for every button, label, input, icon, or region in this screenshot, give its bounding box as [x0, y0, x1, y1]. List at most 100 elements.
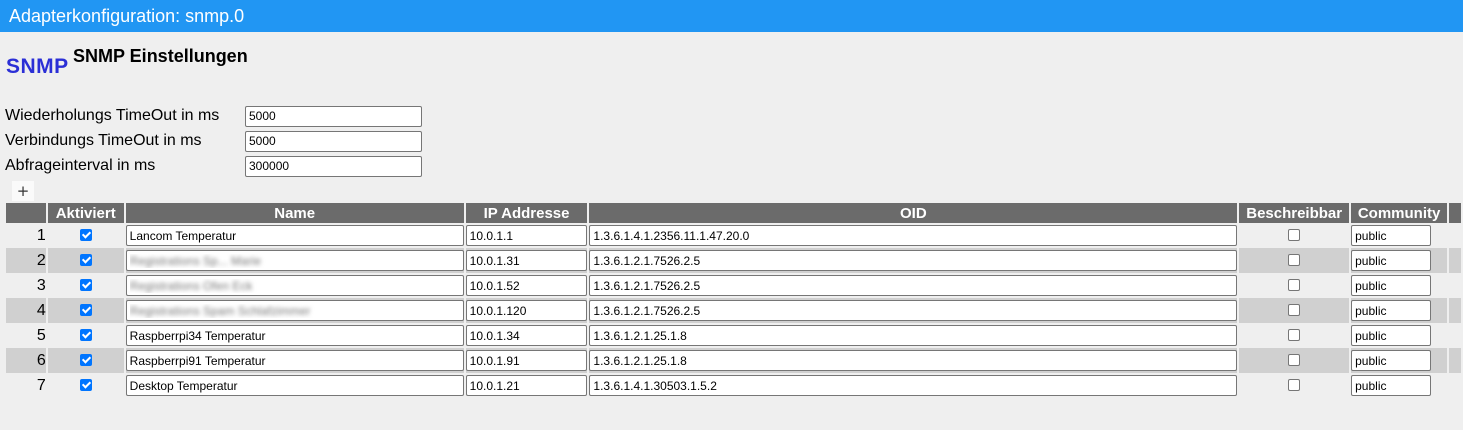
community-cell: [1351, 223, 1448, 248]
oid-input[interactable]: [589, 300, 1238, 321]
oid-input[interactable]: [589, 250, 1238, 271]
extra-cell: [1449, 223, 1461, 248]
oid-cell: [589, 323, 1238, 348]
name-input[interactable]: [125, 275, 464, 296]
community-input[interactable]: [1351, 275, 1432, 296]
ip-input[interactable]: [465, 225, 588, 246]
col-header-extra: [1449, 203, 1461, 223]
window-title: Adapterkonfiguration: snmp.0: [9, 6, 245, 26]
ip-input[interactable]: [465, 275, 588, 296]
community-cell: [1351, 273, 1448, 298]
row-index: 3: [6, 273, 46, 298]
col-header-index: [6, 203, 46, 223]
poll-interval-row: Abfrageinterval in ms: [5, 155, 422, 177]
col-header-community: Community: [1351, 203, 1448, 223]
ip-cell: [465, 248, 588, 273]
row-number: 3: [36, 276, 46, 294]
name-input[interactable]: [125, 325, 464, 346]
oid-cell: [589, 223, 1238, 248]
extra-cell: [1449, 323, 1461, 348]
active-cell: [47, 248, 124, 273]
name-input[interactable]: [125, 375, 464, 396]
community-input[interactable]: [1351, 225, 1432, 246]
table-row: 2: [6, 248, 1461, 273]
extra-cell: [1449, 248, 1461, 273]
writable-checkbox[interactable]: [1288, 354, 1301, 367]
active-checkbox[interactable]: [79, 304, 92, 317]
ip-input[interactable]: [465, 375, 588, 396]
row-index: 5: [6, 323, 46, 348]
table-row: 5: [6, 323, 1461, 348]
active-checkbox[interactable]: [79, 379, 92, 392]
active-checkbox[interactable]: [79, 329, 92, 342]
retry-timeout-label: Wiederholungs TimeOut in ms: [5, 107, 220, 124]
ip-input[interactable]: [465, 300, 588, 321]
col-header-name: Name: [125, 203, 464, 223]
extra-cell: [1449, 298, 1461, 323]
community-input[interactable]: [1351, 250, 1432, 271]
oid-input[interactable]: [589, 225, 1238, 246]
writable-cell: [1239, 373, 1350, 398]
writable-checkbox[interactable]: [1288, 279, 1301, 292]
writable-checkbox[interactable]: [1288, 229, 1301, 242]
table-row: 3: [6, 273, 1461, 298]
poll-interval-label: Abfrageinterval in ms: [5, 157, 156, 174]
oid-input[interactable]: [589, 375, 1238, 396]
oid-cell: [589, 348, 1238, 373]
extra-cell: [1449, 348, 1461, 373]
ip-cell: [465, 348, 588, 373]
writable-cell: [1239, 248, 1350, 273]
connect-timeout-input[interactable]: [245, 130, 422, 152]
community-cell: [1351, 373, 1448, 398]
oid-cell: [589, 248, 1238, 273]
table-row: 1: [6, 223, 1461, 248]
writable-cell: [1239, 298, 1350, 323]
community-input[interactable]: [1351, 375, 1432, 396]
table-row: 4: [6, 298, 1461, 323]
row-index: 2: [6, 248, 46, 273]
name-input[interactable]: [125, 350, 464, 371]
ip-input[interactable]: [465, 325, 588, 346]
name-input[interactable]: [125, 300, 464, 321]
name-cell: [125, 248, 464, 273]
writable-checkbox[interactable]: [1288, 329, 1301, 342]
active-checkbox[interactable]: [79, 229, 92, 242]
row-number: 6: [36, 351, 46, 369]
retry-timeout-input[interactable]: [245, 105, 422, 127]
ip-input[interactable]: [465, 350, 588, 371]
col-header-oid: OID: [589, 203, 1238, 223]
community-input[interactable]: [1351, 325, 1432, 346]
row-index: 1: [6, 223, 46, 248]
name-input[interactable]: [125, 225, 464, 246]
active-checkbox[interactable]: [79, 354, 92, 367]
active-checkbox[interactable]: [79, 279, 92, 292]
add-row-button[interactable]: +: [12, 181, 34, 201]
extra-cell: [1449, 273, 1461, 298]
window-title-bar: Adapterkonfiguration: snmp.0: [0, 0, 1463, 32]
connect-timeout-label: Verbindungs TimeOut in ms: [5, 132, 202, 149]
active-cell: [47, 298, 124, 323]
name-cell: [125, 373, 464, 398]
community-input[interactable]: [1351, 300, 1432, 321]
community-cell: [1351, 348, 1448, 373]
writable-checkbox[interactable]: [1288, 304, 1301, 317]
community-input[interactable]: [1351, 350, 1432, 371]
oid-cell: [589, 273, 1238, 298]
oid-input[interactable]: [589, 350, 1238, 371]
active-cell: [47, 323, 124, 348]
oid-input[interactable]: [589, 325, 1238, 346]
oid-input[interactable]: [589, 275, 1238, 296]
col-header-ip: IP Addresse: [465, 203, 588, 223]
active-checkbox[interactable]: [79, 254, 92, 267]
oid-cell: [589, 298, 1238, 323]
name-input[interactable]: [125, 250, 464, 271]
writable-checkbox[interactable]: [1288, 254, 1301, 267]
table-header-row: Aktiviert Name IP Addresse OID Beschreib…: [6, 203, 1461, 223]
row-number: 5: [36, 326, 46, 344]
table-row: 6: [6, 348, 1461, 373]
poll-interval-input[interactable]: [245, 155, 422, 177]
ip-input[interactable]: [465, 250, 588, 271]
name-cell: [125, 323, 464, 348]
active-cell: [47, 223, 124, 248]
writable-checkbox[interactable]: [1288, 379, 1301, 392]
